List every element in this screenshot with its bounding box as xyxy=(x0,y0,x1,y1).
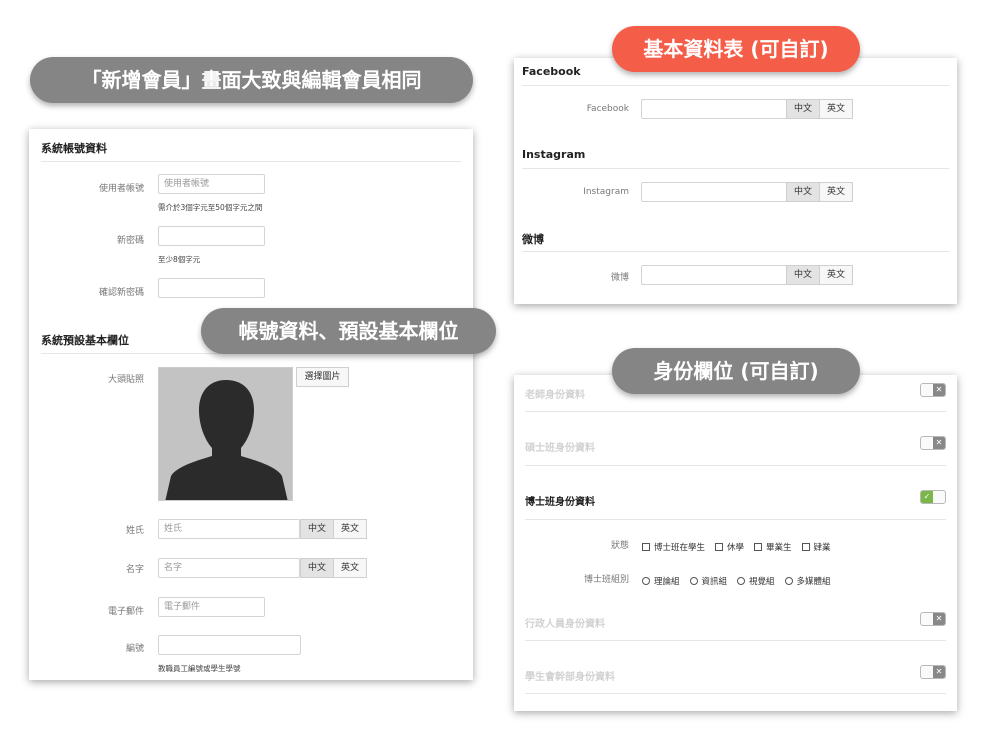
student-council-identity-toggle[interactable]: ✕ xyxy=(920,665,946,679)
number-input[interactable] xyxy=(158,635,301,655)
surname-label: 姓氏 xyxy=(125,526,144,536)
weibo-lang-zh-button[interactable]: 中文 xyxy=(786,265,820,285)
teacher-identity-title: 老師身份資料 xyxy=(525,390,585,401)
phd-group-label: 博士班組別 xyxy=(583,575,629,585)
divider xyxy=(525,640,946,641)
radio-icon xyxy=(642,577,650,585)
status-option[interactable]: 畢業生 xyxy=(754,541,792,553)
instagram-label: Instagram xyxy=(583,187,629,197)
member-form-card: 系統帳號資料 使用者帳號 使用者帳號 需介於3個字元至50個字元之間 新密碼 至… xyxy=(29,129,473,680)
checkbox-icon xyxy=(801,543,810,551)
close-icon: ✕ xyxy=(933,613,945,625)
instagram-input[interactable] xyxy=(641,182,787,202)
status-options: 博士班在學生 休學 畢業生 肄業 xyxy=(642,541,831,553)
surname-input[interactable]: 姓氏 xyxy=(158,519,300,539)
radio-icon xyxy=(737,577,746,585)
phd-identity-title: 博士班身份資料 xyxy=(525,497,595,508)
close-icon: ✕ xyxy=(933,666,945,678)
phd-identity-toggle[interactable]: ✓ xyxy=(920,490,946,504)
social-profile-card: Facebook Facebook 中文 英文 Instagram Instag… xyxy=(514,58,957,304)
divider xyxy=(525,693,946,694)
given-name-input[interactable]: 名字 xyxy=(158,558,300,578)
master-identity-toggle[interactable]: ✕ xyxy=(920,436,946,450)
check-icon: ✓ xyxy=(921,491,933,503)
choose-photo-button[interactable]: 選擇圖片 xyxy=(296,367,349,387)
facebook-lang-zh-button[interactable]: 中文 xyxy=(786,99,820,119)
password-hint: 至少8個字元 xyxy=(158,255,201,264)
basic-section-title: 系統預設基本欄位 xyxy=(41,334,129,347)
instagram-lang-zh-button[interactable]: 中文 xyxy=(786,182,820,202)
confirm-password-input[interactable] xyxy=(158,278,265,298)
phd-group-options: 理論組 資訊組 視覺組 多媒體組 xyxy=(642,575,831,587)
callout-identity-fields: 身份欄位 (可自訂) xyxy=(612,348,860,394)
divider xyxy=(41,161,461,162)
facebook-lang-en-button[interactable]: 英文 xyxy=(819,99,853,119)
divider xyxy=(525,411,946,412)
status-option[interactable]: 博士班在學生 xyxy=(642,541,705,553)
checkbox-icon xyxy=(715,543,724,551)
group-option[interactable]: 視覺組 xyxy=(737,575,775,587)
group-option[interactable]: 資訊組 xyxy=(689,575,727,587)
admin-identity-title: 行政人員身份資料 xyxy=(525,619,605,630)
divider xyxy=(525,519,946,520)
email-label: 電子郵件 xyxy=(107,607,144,617)
facebook-label: Facebook xyxy=(586,104,629,114)
checkbox-icon xyxy=(642,543,650,551)
close-icon: ✕ xyxy=(933,384,945,396)
close-icon: ✕ xyxy=(933,437,945,449)
given-name-label: 名字 xyxy=(125,565,144,575)
callout-basic-profile: 基本資料表 (可自訂) xyxy=(612,26,860,72)
username-label: 使用者帳號 xyxy=(98,184,144,194)
admin-identity-toggle[interactable]: ✕ xyxy=(920,612,946,626)
status-option[interactable]: 休學 xyxy=(715,541,744,553)
master-identity-title: 碩士班身份資料 xyxy=(525,443,595,454)
surname-lang-zh-button[interactable]: 中文 xyxy=(300,519,334,539)
surname-lang-en-button[interactable]: 英文 xyxy=(333,519,367,539)
weibo-section-title: 微博 xyxy=(522,233,544,246)
avatar xyxy=(158,367,293,501)
teacher-identity-toggle[interactable]: ✕ xyxy=(920,383,946,397)
facebook-input[interactable] xyxy=(641,99,787,119)
radio-icon xyxy=(689,577,698,585)
callout-new-member: 「新增會員」畫面大致與編輯會員相同 xyxy=(30,57,473,103)
weibo-lang-en-button[interactable]: 英文 xyxy=(819,265,853,285)
divider xyxy=(522,251,949,252)
callout-account-basic: 帳號資料、預設基本欄位 xyxy=(201,308,496,354)
given-name-lang-en-button[interactable]: 英文 xyxy=(333,558,367,578)
divider xyxy=(522,85,949,86)
username-input[interactable]: 使用者帳號 xyxy=(158,174,265,194)
confirm-password-label: 確認新密碼 xyxy=(98,288,144,298)
photo-label: 大頭貼照 xyxy=(107,375,144,385)
status-label: 狀態 xyxy=(610,541,629,551)
number-label: 編號 xyxy=(125,644,144,654)
weibo-label: 微博 xyxy=(610,273,629,283)
weibo-input[interactable] xyxy=(641,265,787,285)
username-hint: 需介於3個字元至50個字元之間 xyxy=(158,203,263,212)
checkbox-icon xyxy=(754,543,763,551)
facebook-section-title: Facebook xyxy=(522,65,581,78)
instagram-lang-en-button[interactable]: 英文 xyxy=(819,182,853,202)
account-section-title: 系統帳號資料 xyxy=(41,142,107,155)
group-option[interactable]: 理論組 xyxy=(642,575,680,587)
email-input[interactable]: 電子郵件 xyxy=(158,597,265,617)
group-option[interactable]: 多媒體組 xyxy=(784,575,831,587)
identity-card: 老師身份資料 ✕ 碩士班身份資料 ✕ 博士班身份資料 ✓ 狀態 博士班在學生 休… xyxy=(514,375,957,711)
person-silhouette-icon xyxy=(159,368,292,500)
instagram-section-title: Instagram xyxy=(522,148,586,161)
student-council-identity-title: 學生會幹部身份資料 xyxy=(525,672,615,683)
password-input[interactable] xyxy=(158,226,265,246)
radio-icon xyxy=(784,577,793,585)
given-name-lang-zh-button[interactable]: 中文 xyxy=(300,558,334,578)
status-option[interactable]: 肄業 xyxy=(801,541,831,553)
divider xyxy=(525,465,946,466)
number-hint: 教職員工編號或學生學號 xyxy=(158,664,241,673)
password-label: 新密碼 xyxy=(116,236,144,246)
divider xyxy=(522,168,949,169)
